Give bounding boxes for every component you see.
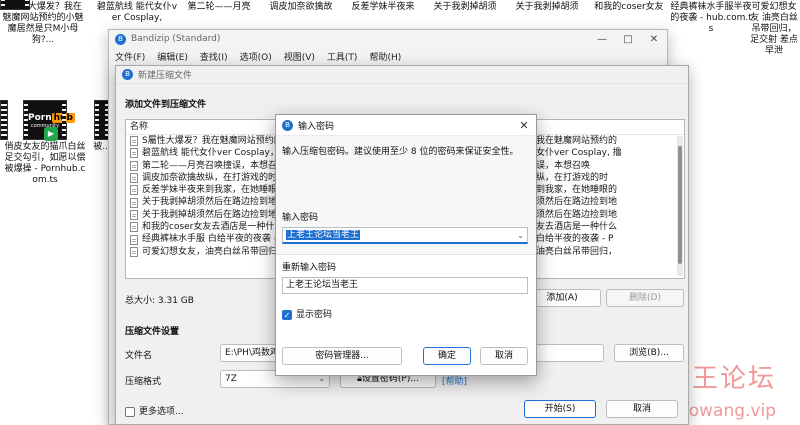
minimize-button[interactable]: — [589,34,615,45]
desktop-file-7[interactable]: 和我的coser女友 [588,0,670,13]
desktop-file-label: 碧蓝航线 能代女仆ver Cosplay, [96,2,178,23]
close-button[interactable]: ✕ [641,34,667,45]
new-archive-title: 新建压缩文件 [138,71,193,81]
password-dialog-title: 输入密码 [298,121,335,132]
menu-options[interactable]: 选项(O) [240,50,272,63]
more-options-checkbox[interactable] [125,406,135,417]
maximize-button[interactable]: □ [615,34,641,45]
show-password-checkbox[interactable]: ✓ [282,309,292,320]
cancel-archive-button[interactable]: 取消 [606,400,678,418]
password-dialog: B 输入密码 ✕ 输入压缩包密码。建议使用至少 8 位的密码来保证安全性。 输入… [275,114,537,376]
desktop-file-label: 俏皮女友的猫爪白丝足交勾引，如愿以偿被爆操 - Pornhub.com.ts [4,142,86,185]
desktop-file-label: 第二轮——月亮 [187,2,251,12]
confirm-password-input[interactable]: 上老王论坛当老王 [282,277,528,294]
bandizip-app-icon: B [115,33,126,45]
password-input[interactable]: 上老王论坛当老王 ⌄ [282,227,528,244]
password-label: 输入密码 [282,213,319,223]
close-icon[interactable]: ✕ [512,119,536,132]
film-strip [0,100,8,140]
delete-button[interactable]: 删除(D) [606,289,684,307]
desktop-file-2[interactable]: 第二轮——月亮 [178,0,260,13]
scrollbar-thumb[interactable] [678,146,682,264]
desktop-file-8[interactable]: 经典裤袜水手服半夜的夜袭 - hub.com.ts [670,0,752,35]
filename-label: 文件名 [125,351,153,361]
add-files-heading: 添加文件到压缩文件 [125,100,207,110]
browse-button[interactable]: 浏览(B)... [614,344,684,362]
document-icon [130,148,138,159]
password-manager-button[interactable]: 密码管理器... [282,347,402,365]
video-thumbnail: Porn hub community ▶ [23,100,75,141]
desktop-file-label: 反差学妹半夜来 [351,2,415,12]
desktop-file-label: 关于我剥掉胡须 [515,2,579,12]
new-archive-titlebar[interactable]: B 新建压缩文件 [116,66,688,84]
desktop-file-label: 关于我剥掉胡须 [433,2,497,12]
desktop-file-label: 经典裤袜水手服半夜的夜袭 - hub.com.ts [670,2,752,34]
format-label: 压缩格式 [125,377,162,387]
menu-help[interactable]: 帮助(H) [369,50,401,63]
archive-settings-heading: 压缩文件设置 [125,327,180,337]
document-icon [130,136,138,147]
bandizip-titlebar[interactable]: B Bandizip (Standard) — □ ✕ [109,30,667,48]
more-options[interactable]: 更多选项... [125,404,184,417]
menu-view[interactable]: 视图(V) [284,50,315,63]
menu-tools[interactable]: 工具(T) [327,50,358,63]
desktop-file-4[interactable]: 反差学妹半夜来 [342,0,424,13]
desktop-file-label: 和我的coser女友 [594,2,664,12]
desktop-file-5[interactable]: 关于我剥掉胡须 [424,0,506,13]
total-size: 总大小: 3.31 GB [125,296,194,306]
file-list-scrollbar[interactable] [677,136,683,276]
document-icon [130,160,138,171]
menu-find[interactable]: 查找(I) [200,50,228,63]
document-icon [130,197,138,208]
document-icon [130,173,138,184]
desktop-file-1[interactable]: 碧蓝航线 能代女仆ver Cosplay, [96,0,178,24]
play-badge-icon: ▶ [44,127,58,141]
ok-button[interactable]: 确定 [423,347,471,365]
password-description: 输入压缩包密码。建议使用至少 8 位的密码来保证安全性。 [282,147,519,157]
bandizip-title: Bandizip (Standard) [131,34,221,44]
password-dialog-titlebar[interactable]: B 输入密码 ✕ [276,115,536,135]
document-icon [130,234,138,245]
document-icon [130,246,138,257]
document-icon [130,185,138,196]
menubar: 文件(F) 编辑(E) 查找(I) 选项(O) 视图(V) 工具(T) 帮助(H… [109,48,667,64]
desktop-file-label: 调皮加奈欲擒故 [269,2,333,12]
menu-edit[interactable]: 编辑(E) [157,50,188,63]
cancel-button[interactable]: 取消 [480,347,528,365]
desktop-file-3[interactable]: 调皮加奈欲擒故 [260,0,342,13]
document-icon [130,222,138,233]
desktop-file-label: 可爱幻想女友 油亮白丝吊带回归，足交射 差点早泄 [750,2,798,56]
desktop-file-9[interactable]: 可爱幻想女友 油亮白丝吊带回归，足交射 差点早泄 [748,0,800,57]
video-thumbnail [0,0,30,10]
chevron-down-icon[interactable]: ⌄ [517,228,524,243]
start-button[interactable]: 开始(S) [524,400,596,418]
show-password[interactable]: ✓ 显示密码 [282,307,332,320]
bandizip-app-icon: B [122,69,133,80]
desktop-file-6[interactable]: 关于我剥掉胡须 [506,0,588,13]
desktop-file-pornhub-0[interactable]: Porn hub community ▶ 俏皮女友的猫爪白丝足交勾引，如愿以偿被爆… [4,100,86,186]
menu-file[interactable]: 文件(F) [115,50,145,63]
bandizip-app-icon: B [282,119,293,131]
confirm-password-label: 重新输入密码 [282,263,337,273]
document-icon [130,209,138,220]
